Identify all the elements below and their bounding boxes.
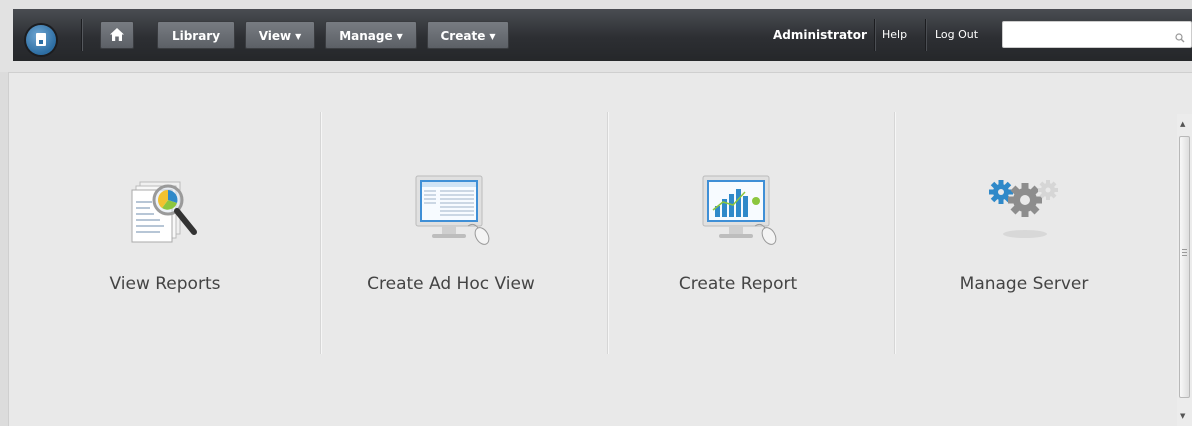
search-icon[interactable] [1175, 28, 1185, 43]
manage-menu-button[interactable]: Manage ▼ [325, 21, 417, 49]
manage-server-icon [979, 172, 1069, 252]
vertical-scrollbar[interactable]: ▲ ▼ [1177, 114, 1192, 426]
app-logo-icon[interactable] [26, 25, 56, 55]
scroll-down-arrow-icon[interactable]: ▼ [1180, 412, 1185, 420]
manage-server-label: Manage Server [959, 274, 1089, 294]
library-label: Library [171, 29, 221, 43]
create-report-icon [693, 172, 783, 252]
view-reports-tile[interactable]: View Reports [22, 112, 308, 354]
create-adhoc-view-tile[interactable]: Create Ad Hoc View [308, 112, 594, 354]
nav-separator [874, 19, 875, 51]
chevron-down-icon: ▼ [396, 32, 403, 41]
create-report-tile[interactable]: Create Report [595, 112, 881, 354]
manage-server-tile[interactable]: Manage Server [881, 112, 1167, 354]
nav-separator [81, 19, 82, 51]
view-label: View [258, 29, 292, 43]
create-menu-button[interactable]: Create ▼ [427, 21, 509, 49]
current-user: Administrator [773, 28, 867, 42]
navigation-bar: Library View ▼ Manage ▼ Create ▼ Administra… [13, 9, 1192, 61]
home-icon [109, 27, 125, 43]
chevron-down-icon: ▼ [295, 32, 302, 41]
create-report-label: Create Report [678, 274, 798, 294]
search-box[interactable] [1002, 21, 1192, 49]
help-link[interactable]: Help [882, 9, 907, 61]
view-reports-icon [120, 172, 210, 252]
adhoc-view-icon [406, 172, 496, 252]
top-header: Library View ▼ Manage ▼ Create ▼ Administra… [0, 0, 1192, 72]
scrollbar-thumb[interactable] [1179, 136, 1190, 398]
manage-label: Manage [339, 29, 393, 43]
create-adhoc-view-label: Create Ad Hoc View [367, 274, 535, 294]
view-menu-button[interactable]: View ▼ [245, 21, 315, 49]
grip-icon [1182, 249, 1187, 258]
chevron-down-icon: ▼ [489, 32, 496, 41]
scroll-up-arrow-icon[interactable]: ▲ [1180, 120, 1185, 128]
library-button[interactable]: Library [157, 21, 235, 49]
create-label: Create [440, 29, 486, 43]
nav-separator [925, 19, 926, 51]
search-input[interactable] [1009, 22, 1173, 49]
log-out-link[interactable]: Log Out [935, 9, 978, 61]
home-button[interactable] [100, 21, 134, 49]
view-reports-label: View Reports [109, 274, 221, 294]
